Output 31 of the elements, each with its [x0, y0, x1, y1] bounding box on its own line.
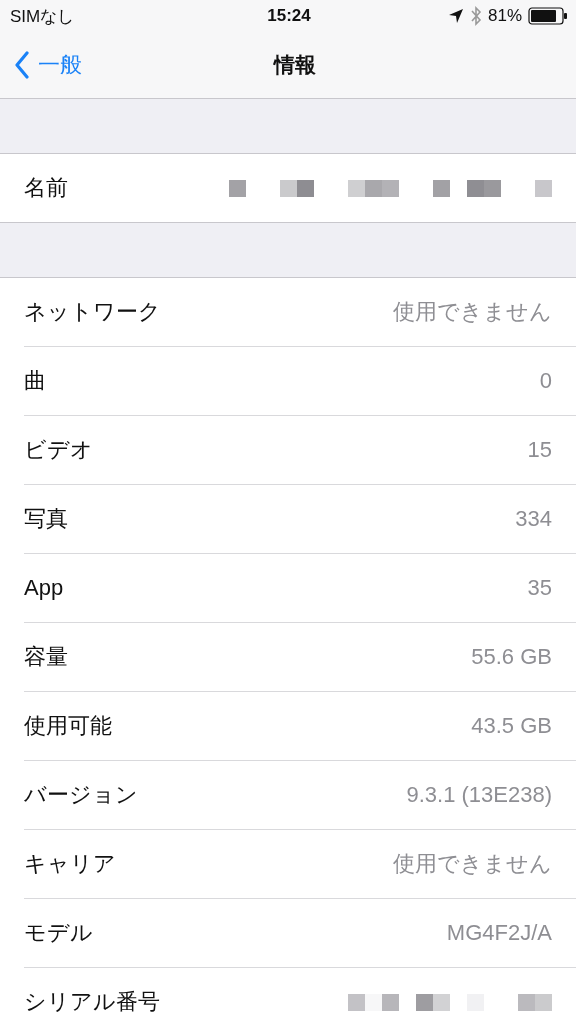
row-label: 写真 — [24, 505, 68, 533]
location-arrow-icon — [448, 8, 464, 24]
battery-icon — [528, 7, 568, 25]
clock-time: 15:24 — [267, 6, 311, 25]
row-label: 名前 — [24, 174, 68, 202]
row-value: 55.6 GB — [471, 644, 552, 670]
row-value: 使用できません — [393, 298, 552, 326]
row-label: 容量 — [24, 643, 68, 671]
row-value: 35 — [527, 575, 552, 601]
row-value: 9.3.1 (13E238) — [406, 782, 552, 808]
row-label: バージョン — [24, 781, 138, 809]
battery-percent: 81% — [488, 6, 522, 26]
row-label: シリアル番号 — [24, 988, 160, 1016]
row-label: 曲 — [24, 367, 46, 395]
row-value: 334 — [515, 506, 552, 532]
row-value: 15 — [527, 437, 552, 463]
row-label: App — [24, 575, 64, 601]
row-label: モデル — [24, 919, 93, 947]
row-label: 使用可能 — [24, 712, 112, 740]
back-button[interactable]: 一般 — [0, 50, 274, 80]
screen-title: 情報 — [274, 52, 316, 78]
row-value: 0 — [539, 368, 552, 394]
carrier-label: SIMなし — [10, 5, 75, 28]
row-value: 使用できません — [393, 850, 552, 878]
row-value: MG4F2J/A — [446, 920, 552, 946]
bluetooth-icon — [470, 6, 482, 26]
row-label: ネットワーク — [24, 298, 161, 326]
row-label: キャリア — [24, 850, 116, 878]
row-value: 43.5 GB — [471, 713, 552, 739]
back-chevron-icon — [14, 51, 30, 79]
row-label: ビデオ — [24, 436, 93, 464]
